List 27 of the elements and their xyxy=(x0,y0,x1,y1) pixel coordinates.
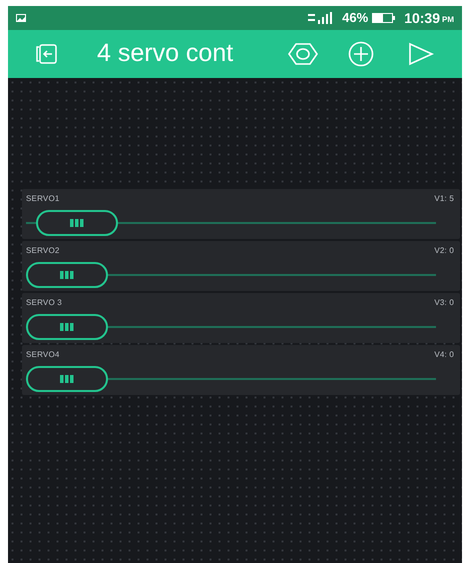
exit-icon xyxy=(35,43,59,65)
slider-label: SERVO1 xyxy=(26,193,60,205)
slider-value: V2: 0 xyxy=(434,245,454,257)
slider-value: V1: 5 xyxy=(434,193,454,205)
project-title: 4 servo cont xyxy=(97,38,234,70)
grip-icon xyxy=(60,271,74,279)
clock-meridiem: PM xyxy=(442,14,454,26)
plus-circle-icon xyxy=(348,41,374,67)
slider-value: V4: 0 xyxy=(434,349,454,361)
clock-time: 10:39 xyxy=(404,8,440,28)
slider-label: SERVO 3 xyxy=(26,297,62,309)
slider-thumb[interactable] xyxy=(36,210,118,236)
battery-icon xyxy=(372,13,396,23)
grip-icon xyxy=(60,323,74,331)
slider-thumb[interactable] xyxy=(26,262,108,288)
slider-value: V3: 0 xyxy=(434,297,454,309)
grip-icon xyxy=(70,219,84,227)
slider-label: SERVO2 xyxy=(26,245,60,257)
signal-icon xyxy=(308,12,334,24)
hexagon-settings-icon xyxy=(287,42,319,66)
play-icon xyxy=(408,42,434,66)
slider-label: SERVO4 xyxy=(26,349,60,361)
image-icon xyxy=(16,14,26,22)
slider-thumb[interactable] xyxy=(26,314,108,340)
slider-thumb[interactable] xyxy=(26,366,108,392)
battery-percentage: 46% xyxy=(342,9,368,28)
grip-icon xyxy=(60,375,74,383)
